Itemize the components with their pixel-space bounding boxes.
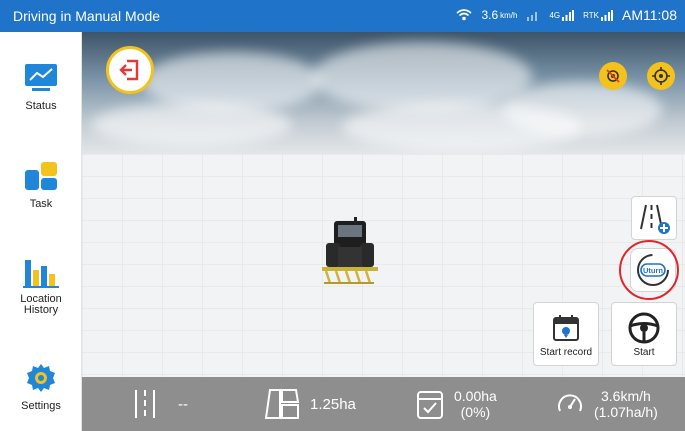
sidebar-item-status[interactable]: Status xyxy=(0,60,82,112)
uturn-highlight-circle xyxy=(619,240,679,300)
worked-values: 0.00ha (0%) xyxy=(454,388,497,420)
status-icons: 3.6 km/h 4G RTK AM11:08 xyxy=(456,7,677,23)
location-history-bars-icon xyxy=(21,254,61,290)
worked-percent-value: (0%) xyxy=(460,404,491,420)
task-blocks-icon xyxy=(21,158,61,194)
guidance-line-add-icon xyxy=(640,204,670,234)
locate-button[interactable] xyxy=(647,62,675,90)
speed-value: 3.6km/h xyxy=(601,388,651,404)
exit-button[interactable] xyxy=(106,46,154,94)
area-value: 1.25ha xyxy=(310,395,356,413)
sidebar-item-task[interactable]: Task xyxy=(0,158,82,210)
guidance-lines-icon xyxy=(135,390,155,418)
add-guidance-line-button[interactable] xyxy=(631,196,677,240)
start-record-label: Start record xyxy=(539,347,593,358)
status-bar: Driving in Manual Mode 3.6 km/h 4G RTK A… xyxy=(0,0,685,32)
status-chart-icon xyxy=(21,60,61,96)
start-record-button[interactable]: Start record xyxy=(533,302,599,366)
cellular-4g-icon: 4G xyxy=(549,9,575,21)
worked-area-value: 0.00ha xyxy=(454,388,497,404)
speed-indicator: 3.6 km/h xyxy=(481,8,518,22)
speedometer-icon xyxy=(558,394,582,412)
tractor-model xyxy=(320,217,380,292)
guidance-line-info: -- xyxy=(132,377,188,431)
worked-area-info: 0.00ha (0%) xyxy=(416,377,497,431)
speed-info: 3.6km/h (1.07ha/h) xyxy=(556,377,658,431)
sidebar-item-label: Task xyxy=(29,198,53,210)
sky-backdrop xyxy=(82,32,685,154)
camera-off-icon xyxy=(606,69,620,83)
sidebar: Status Task Location History Settings xyxy=(0,32,82,431)
exit-icon xyxy=(119,59,139,81)
speed-values: 3.6km/h (1.07ha/h) xyxy=(594,388,658,420)
sidebar-item-location-history[interactable]: Location History xyxy=(0,254,82,316)
info-bar: -- 1.25ha 0.00ha (0%) 3.6km/h (1.07ha/h) xyxy=(82,377,685,431)
gear-icon xyxy=(21,360,61,396)
start-button[interactable]: Start xyxy=(611,302,677,366)
crosshair-icon xyxy=(652,67,670,85)
rtk-signal-icon: RTK xyxy=(583,9,613,21)
record-calendar-icon xyxy=(534,309,598,347)
sidebar-item-label: Location History xyxy=(20,293,62,316)
signal-icon xyxy=(526,10,540,21)
sidebar-item-label: Status xyxy=(25,100,57,112)
work-rate-value: (1.07ha/h) xyxy=(594,404,658,420)
line-value: -- xyxy=(178,395,188,413)
sidebar-item-label: Settings xyxy=(21,400,61,412)
field-area-icon xyxy=(264,389,300,419)
camera-off-button[interactable] xyxy=(599,62,627,90)
mode-title: Driving in Manual Mode xyxy=(13,8,161,24)
steering-wheel-icon xyxy=(612,309,676,347)
start-label: Start xyxy=(633,347,655,358)
map-3d-view[interactable]: Uturn Start record Start xyxy=(82,32,685,377)
sidebar-item-settings[interactable]: Settings xyxy=(0,360,82,412)
worked-checklist-icon xyxy=(417,391,443,419)
clock: AM11:08 xyxy=(622,7,677,23)
field-area-info: 1.25ha xyxy=(264,377,356,431)
wifi-icon xyxy=(456,9,472,21)
